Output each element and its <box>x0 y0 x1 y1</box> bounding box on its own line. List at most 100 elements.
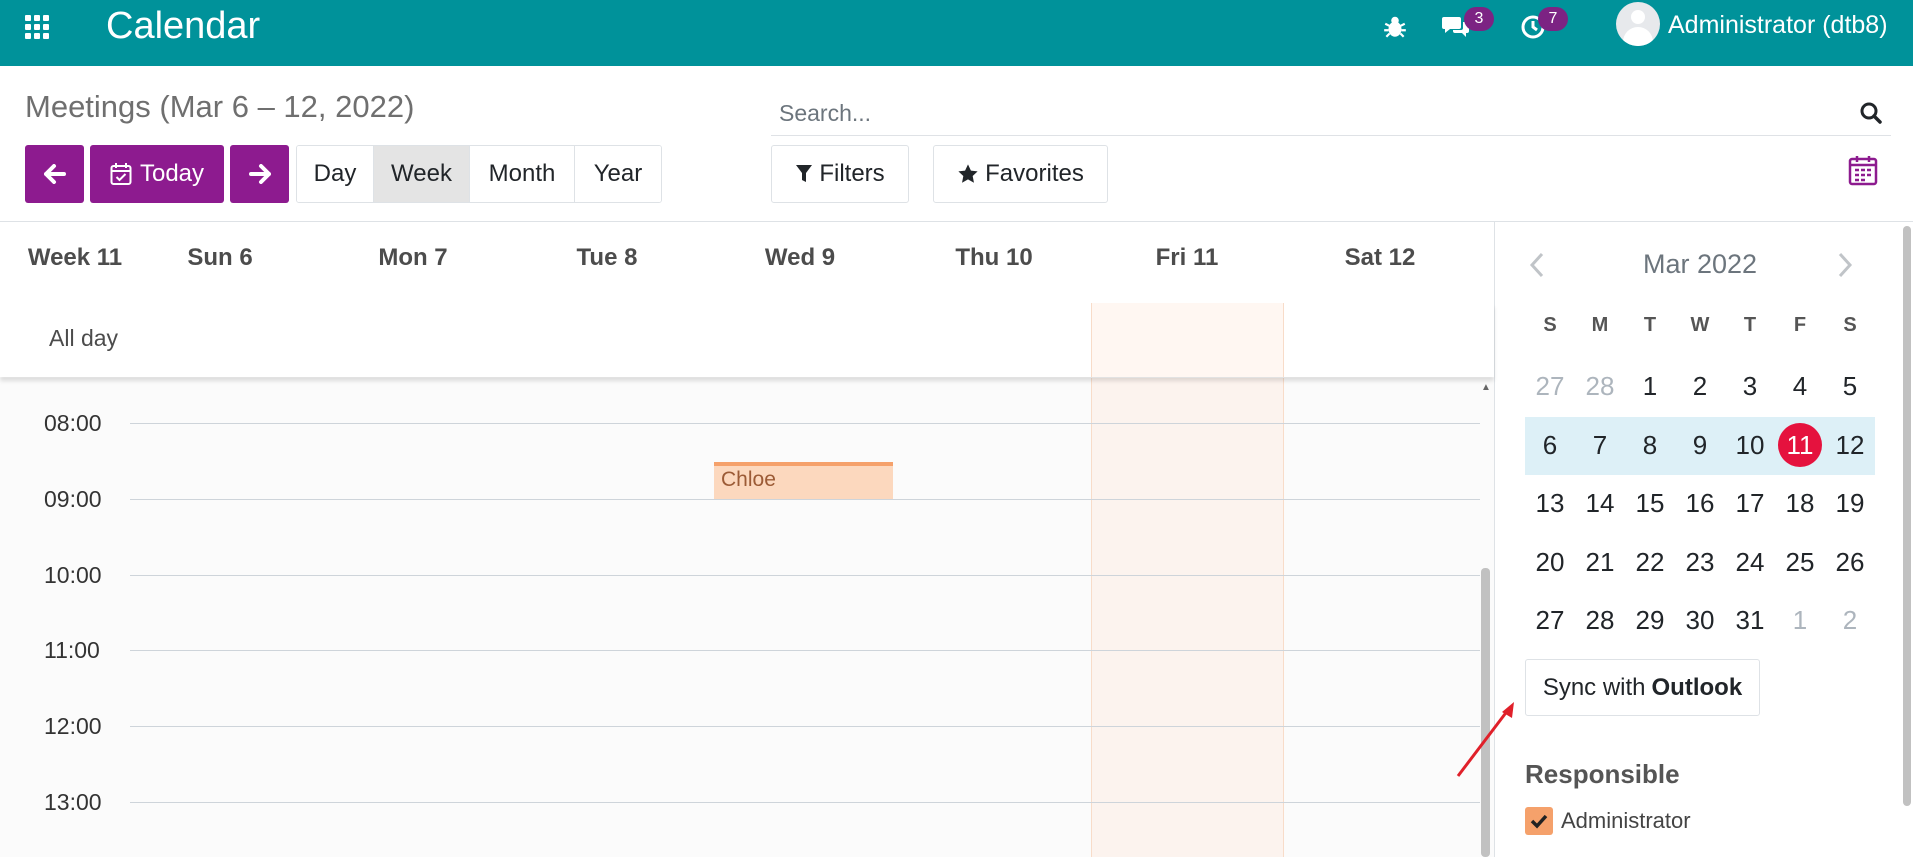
mini-day[interactable]: 20 <box>1525 537 1575 587</box>
search-bar <box>771 90 1891 136</box>
hour-label: 12:00 <box>44 713 102 739</box>
scale-month-button[interactable]: Month <box>470 146 575 202</box>
mini-dow: T <box>1743 314 1757 336</box>
search-input[interactable] <box>779 94 1779 132</box>
next-button[interactable] <box>230 145 289 203</box>
mini-day[interactable]: 8 <box>1625 420 1675 470</box>
mini-day[interactable]: 22 <box>1625 537 1675 587</box>
grid-scrollbar[interactable]: ▲ <box>1478 378 1492 857</box>
mini-day[interactable]: 9 <box>1675 420 1725 470</box>
calendar-sidebar-toggle-icon[interactable] <box>1848 154 1878 186</box>
bug-icon[interactable] <box>1382 12 1408 42</box>
mini-day[interactable]: 17 <box>1725 478 1775 528</box>
favorites-label: Favorites <box>985 160 1084 187</box>
today-button[interactable]: Today <box>90 145 224 203</box>
scale-day-button[interactable]: Day <box>297 146 374 202</box>
search-icon <box>1860 102 1882 124</box>
time-grid[interactable]: 08:00 09:00 10:00 11:00 12:00 13:00 Chlo… <box>0 378 1494 857</box>
mini-dow: T <box>1643 314 1657 336</box>
hour-label: 11:00 <box>44 637 100 663</box>
mini-day[interactable]: 10 <box>1725 420 1775 470</box>
mini-day[interactable]: 13 <box>1525 478 1575 528</box>
mini-day[interactable]: 7 <box>1575 420 1625 470</box>
mini-day[interactable]: 5 <box>1825 361 1875 411</box>
today-label: Today <box>139 160 205 187</box>
sidebar-scrollbar[interactable] <box>1903 226 1911 806</box>
previous-button[interactable] <box>25 145 84 203</box>
mini-day[interactable]: 28 <box>1575 361 1625 411</box>
mini-day[interactable]: 2 <box>1675 361 1725 411</box>
mini-day[interactable]: 23 <box>1675 537 1725 587</box>
messages-badge[interactable]: 3 <box>1464 7 1494 31</box>
mini-day[interactable]: 27 <box>1525 361 1575 411</box>
day-header: Sat 12 <box>1344 244 1416 271</box>
mini-day[interactable]: 27 <box>1525 595 1575 645</box>
mini-day-today[interactable]: 11 <box>1775 420 1825 470</box>
mini-day[interactable]: 2 <box>1825 595 1875 645</box>
filters-button[interactable]: Filters <box>771 145 909 203</box>
today-column[interactable] <box>1091 378 1284 857</box>
apps-icon[interactable] <box>25 15 49 39</box>
mini-day[interactable]: 21 <box>1575 537 1625 587</box>
scroll-up-icon[interactable]: ▲ <box>1481 382 1491 393</box>
mini-day[interactable]: 1 <box>1775 595 1825 645</box>
mini-day[interactable]: 15 <box>1625 478 1675 528</box>
week-number: Week 11 <box>27 244 123 271</box>
calendar-event[interactable]: Chloe <box>714 462 893 499</box>
app-title[interactable]: Calendar <box>106 4 260 48</box>
sync-outlook-button[interactable]: Sync with Outlook <box>1525 659 1760 716</box>
day-header: Mon 7 <box>378 244 448 271</box>
responsible-checkbox[interactable] <box>1525 807 1553 835</box>
mini-day[interactable]: 1 <box>1625 361 1675 411</box>
today-column-allday[interactable] <box>1091 303 1284 377</box>
mini-day[interactable]: 14 <box>1575 478 1625 528</box>
mini-day[interactable]: 30 <box>1675 595 1725 645</box>
mini-day[interactable]: 29 <box>1625 595 1675 645</box>
mini-day[interactable]: 12 <box>1825 420 1875 470</box>
filters-label: Filters <box>819 160 885 187</box>
hour-line <box>130 423 1480 424</box>
favorites-button[interactable]: Favorites <box>933 145 1108 203</box>
annotation-arrow-icon <box>1456 702 1514 777</box>
scale-switcher: Day Week Month Year <box>296 145 662 203</box>
mini-day[interactable]: 19 <box>1825 478 1875 528</box>
hour-line <box>130 802 1480 803</box>
sync-label: Sync with <box>1542 673 1646 701</box>
mini-day[interactable]: 24 <box>1725 537 1775 587</box>
top-navbar: Calendar 3 7 Administrator (dtb8) <box>0 0 1913 66</box>
mini-day[interactable]: 28 <box>1575 595 1625 645</box>
mini-day[interactable]: 16 <box>1675 478 1725 528</box>
hour-label: 13:00 <box>44 789 102 815</box>
day-header-today: Fri 11 <box>1155 244 1219 271</box>
mini-day[interactable]: 31 <box>1725 595 1775 645</box>
search-button[interactable] <box>1851 96 1891 130</box>
week-header: Week 11 Sun 6 Mon 7 Tue 8 Wed 9 Thu 10 F… <box>0 222 1494 303</box>
day-header: Wed 9 <box>764 244 836 271</box>
checkmark-icon <box>1530 814 1548 829</box>
scale-year-button[interactable]: Year <box>575 146 661 202</box>
hour-label: 08:00 <box>44 410 102 436</box>
activities-badge[interactable]: 7 <box>1538 7 1568 31</box>
hour-line <box>130 575 1480 576</box>
arrow-left-icon <box>43 164 66 184</box>
mini-dow: W <box>1690 314 1710 336</box>
mini-next-month-icon[interactable] <box>1837 252 1853 278</box>
user-menu[interactable]: Administrator (dtb8) <box>1668 10 1888 40</box>
calendar-check-icon <box>110 163 132 185</box>
day-header: Thu 10 <box>955 244 1033 271</box>
mini-day[interactable]: 4 <box>1775 361 1825 411</box>
hour-line <box>130 726 1480 727</box>
mini-day[interactable]: 3 <box>1725 361 1775 411</box>
page-title: Meetings (Mar 6 – 12, 2022) <box>25 89 415 124</box>
mini-dow: M <box>1591 314 1609 336</box>
scale-week-button[interactable]: Week <box>374 146 470 202</box>
mini-day[interactable]: 6 <box>1525 420 1575 470</box>
mini-day[interactable]: 26 <box>1825 537 1875 587</box>
star-icon <box>958 164 978 183</box>
mini-day[interactable]: 18 <box>1775 478 1825 528</box>
hour-line <box>130 499 1480 500</box>
mini-day[interactable]: 25 <box>1775 537 1825 587</box>
mini-dow: S <box>1843 314 1857 336</box>
avatar[interactable] <box>1616 2 1660 46</box>
hour-label: 10:00 <box>44 562 102 588</box>
